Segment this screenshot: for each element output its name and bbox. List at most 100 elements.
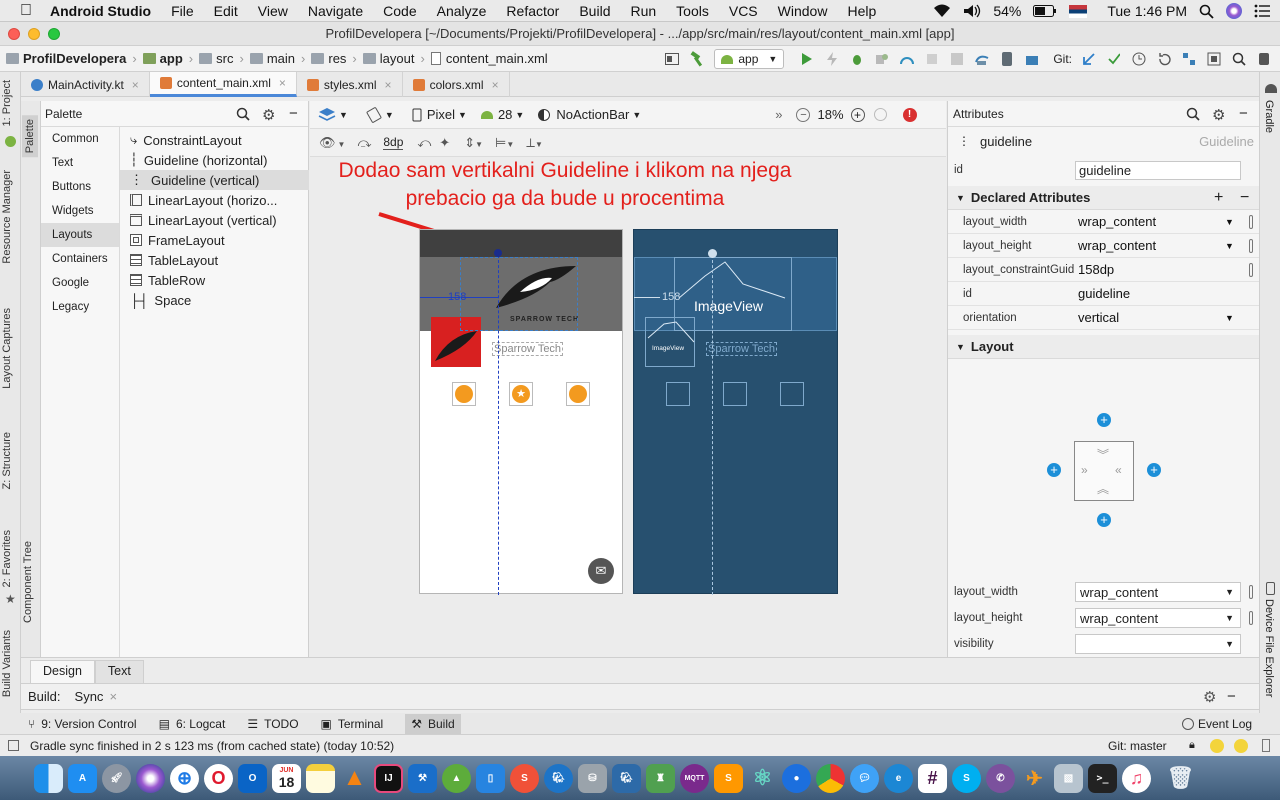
finder-icon[interactable] xyxy=(34,763,63,793)
lock-icon[interactable]: 🔒︎ xyxy=(1189,739,1195,752)
tab-mainactivity[interactable]: MainActivity.kt × xyxy=(21,72,150,97)
api-level-select[interactable]: 28 ▼ xyxy=(480,107,524,122)
gpu-icon[interactable]: ♜ xyxy=(646,763,675,793)
zoom-window-button[interactable] xyxy=(48,28,60,40)
design-canvas[interactable]: Dodao sam vertikalni Guideline i klikom … xyxy=(310,157,946,657)
tool-window-structure[interactable]: Z: Structure xyxy=(1,432,13,489)
more-icon[interactable]: » xyxy=(775,107,782,122)
sequel-pro-icon[interactable]: 🐘︎ xyxy=(544,763,573,793)
tab-content-main[interactable]: content_main.xml × xyxy=(149,72,297,97)
tool-window-gradle[interactable]: Gradle xyxy=(1263,100,1275,133)
transmit-icon[interactable]: ✈ xyxy=(1020,764,1049,793)
sublime-icon[interactable]: S xyxy=(714,763,743,793)
tool-window-device-file-explorer[interactable]: Device File Explorer xyxy=(1263,599,1275,697)
breadcrumb-res[interactable]: res › xyxy=(311,51,357,66)
close-tab-icon[interactable]: × xyxy=(109,689,117,704)
clear-constraints-icon[interactable]: ⤺ xyxy=(417,135,431,151)
notes-icon[interactable] xyxy=(306,763,335,793)
palette-category-layouts[interactable]: Layouts xyxy=(41,223,119,247)
resource-picker-icon[interactable] xyxy=(1249,238,1253,253)
component-tree-side-tab[interactable]: Component Tree xyxy=(22,541,34,623)
layout-width-dropdown[interactable]: wrap_content ▼ xyxy=(1075,582,1241,602)
palette-category-legacy[interactable]: Legacy xyxy=(41,295,119,319)
breadcrumb-project[interactable]: ProfilDevelopera › xyxy=(6,51,137,66)
close-tab-icon[interactable]: × xyxy=(132,78,139,92)
project-structure-icon[interactable] xyxy=(1181,51,1197,67)
close-window-button[interactable] xyxy=(8,28,20,40)
tool-todo[interactable]: ☰ TODO xyxy=(247,717,298,731)
tool-window-project[interactable]: 1: Project xyxy=(1,80,13,126)
app-store-icon[interactable]: A xyxy=(68,763,97,793)
design-phone-preview[interactable]: SPARROW TECH Sparrow Tech ★ ✉ 158 xyxy=(419,229,623,595)
add-constraint-top-icon[interactable]: + xyxy=(1097,413,1111,427)
attr-value-dropdown[interactable]: wrap_content ▼ xyxy=(1074,214,1260,229)
messages-icon[interactable]: 💬︎ xyxy=(850,763,879,793)
maps-pin-icon[interactable]: ● xyxy=(782,763,811,793)
menu-vcs[interactable]: VCS xyxy=(729,3,758,19)
resource-picker-icon[interactable] xyxy=(1249,262,1253,277)
safari-icon[interactable]: ⊕ xyxy=(170,763,199,793)
xcode-icon[interactable]: ⚒ xyxy=(408,763,437,793)
slack-icon[interactable]: # xyxy=(918,763,947,793)
add-constraint-right-icon[interactable]: + xyxy=(1147,463,1161,477)
orientation-icon[interactable]: ▼ xyxy=(366,106,394,123)
close-tab-icon[interactable]: × xyxy=(279,76,286,90)
tool-event-log[interactable]: Event Log xyxy=(1182,717,1252,731)
spotlight-icon[interactable] xyxy=(1199,4,1214,19)
apply-changes-icon[interactable] xyxy=(824,51,840,67)
debug-icon[interactable] xyxy=(849,51,865,67)
tab-colors[interactable]: colors.xml × xyxy=(403,72,510,97)
add-attribute-icon[interactable]: + xyxy=(1214,189,1223,207)
trash-icon[interactable]: 🗑︎ xyxy=(1166,764,1195,793)
run-icon[interactable] xyxy=(799,51,815,67)
minimize-window-button[interactable] xyxy=(28,28,40,40)
visibility-dropdown[interactable]: ▼ xyxy=(1075,634,1241,654)
avd-manager-icon[interactable] xyxy=(999,51,1015,67)
menu-window[interactable]: Window xyxy=(778,3,828,19)
menu-run[interactable]: Run xyxy=(630,3,656,19)
resource-picker-icon[interactable] xyxy=(1249,585,1253,599)
add-constraint-bottom-icon[interactable]: + xyxy=(1097,513,1111,527)
search-icon[interactable] xyxy=(236,107,250,121)
menu-file[interactable]: File xyxy=(171,3,194,19)
attr-value-field[interactable]: guideline xyxy=(1074,286,1260,301)
menu-help[interactable]: Help xyxy=(847,3,876,19)
device-select[interactable]: Pixel ▼ xyxy=(412,107,467,122)
tool-window-build-variants[interactable]: Build Variants xyxy=(1,630,13,697)
palette-item-linearlayout-horizontal[interactable]: LinearLayout (horizo... xyxy=(120,190,309,210)
menu-build[interactable]: Build xyxy=(579,3,610,19)
preview-icon[interactable]: ▧ xyxy=(1054,763,1083,793)
tab-styles[interactable]: styles.xml × xyxy=(297,72,403,97)
close-tab-icon[interactable]: × xyxy=(492,78,499,92)
siri-icon[interactable] xyxy=(136,763,165,793)
zoom-in-icon[interactable]: + xyxy=(850,107,865,122)
git-commit-icon[interactable] xyxy=(1106,51,1122,67)
calendar-icon[interactable]: JUN 18 xyxy=(272,763,301,793)
siri-icon[interactable] xyxy=(1226,3,1242,19)
tool-window-layout-captures[interactable]: Layout Captures xyxy=(1,308,13,389)
constraint-widget[interactable]: ︾ ︽ » « + + + + xyxy=(1047,413,1161,527)
git-update-icon[interactable] xyxy=(1081,51,1097,67)
tool-window-resource-manager[interactable]: Resource Manager xyxy=(1,170,13,264)
tool-version-control[interactable]: ⑂ 9: Version Control xyxy=(28,717,137,731)
palette-category-text[interactable]: Text xyxy=(41,151,119,175)
layout-editor-icon[interactable] xyxy=(664,51,680,67)
menu-analyze[interactable]: Analyze xyxy=(437,3,487,19)
postgres-icon[interactable]: 🐘︎ xyxy=(612,763,641,793)
guideline-handle[interactable] xyxy=(494,249,502,257)
gradle-sync-icon[interactable] xyxy=(974,51,990,67)
database-icon[interactable]: ⛁ xyxy=(578,763,607,793)
palette-item-constraintlayout[interactable]: ⤷ ConstraintLayout xyxy=(120,130,309,150)
minimize-icon[interactable]: − xyxy=(1227,688,1236,705)
close-tab-icon[interactable]: × xyxy=(385,78,392,92)
search-icon[interactable] xyxy=(1186,107,1200,121)
blueprint-phone-preview[interactable]: ImageView ImageView Sparrow Tech 158 xyxy=(633,229,838,595)
notification-center-icon[interactable] xyxy=(1254,4,1270,18)
git-rollback-icon[interactable] xyxy=(1156,51,1172,67)
theme-select[interactable]: NoActionBar ▼ xyxy=(538,107,641,122)
resource-picker-icon[interactable] xyxy=(1249,611,1253,625)
design-surface-icon[interactable]: ▼ xyxy=(318,107,348,123)
simulator-icon[interactable]: ▯ xyxy=(476,763,505,793)
skype-icon[interactable]: S xyxy=(952,763,981,793)
palette-category-containers[interactable]: Containers xyxy=(41,247,119,271)
